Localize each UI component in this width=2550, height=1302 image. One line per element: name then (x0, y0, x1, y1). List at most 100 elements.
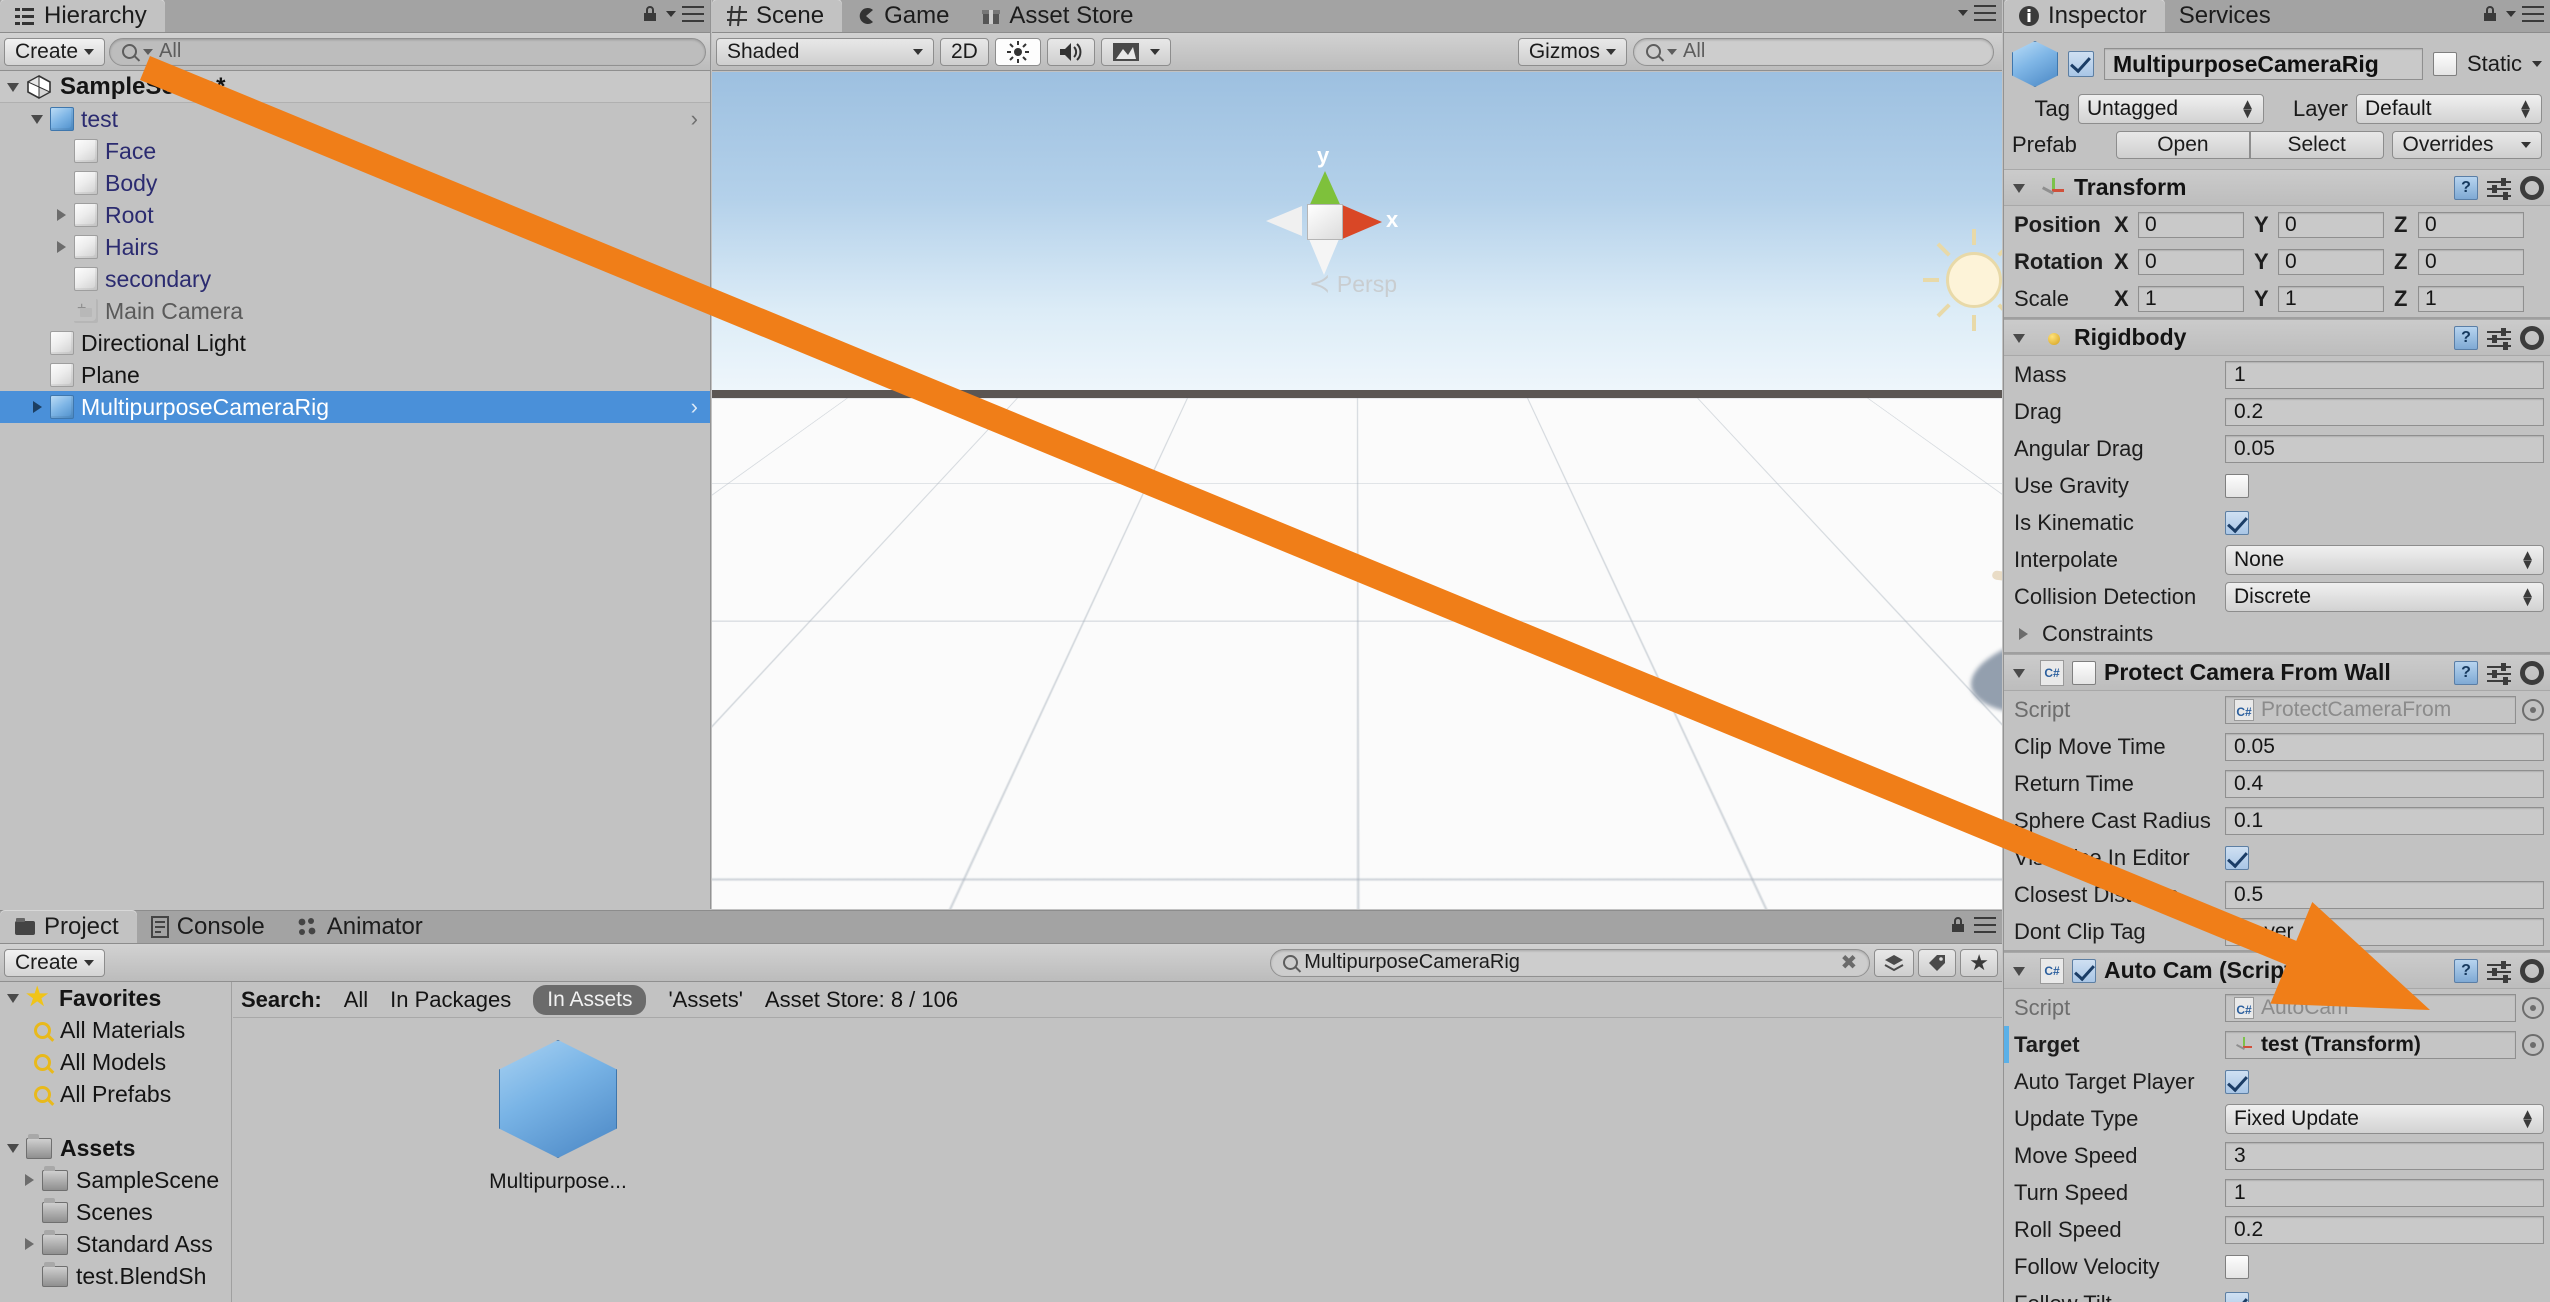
filter-label-button[interactable] (1918, 948, 1957, 977)
project-create-button[interactable]: Create (4, 948, 106, 977)
inspector-panel-menu[interactable] (2480, 5, 2544, 23)
scope-all-button[interactable]: All (344, 987, 368, 1013)
object-picker-icon[interactable] (2522, 996, 2544, 1019)
chevron-down-icon[interactable] (4, 987, 26, 1009)
lighting-toggle-button[interactable] (994, 37, 1041, 66)
field-objref-script[interactable]: AutoCam (2225, 993, 2516, 1022)
field-checkbox-follow-tilt[interactable] (2225, 1291, 2249, 1302)
project-panel-menu[interactable] (1948, 916, 1996, 934)
assets-item-standard-ass[interactable]: Standard Ass (0, 1228, 231, 1260)
tab-game[interactable]: Game (842, 0, 967, 32)
vector-z-input[interactable]: 0 (2418, 248, 2524, 275)
field-input-drag[interactable]: 0.2 (2225, 397, 2544, 426)
component-header-icons[interactable] (2454, 958, 2544, 983)
component-enabled-checkbox[interactable] (2072, 958, 2096, 983)
hierarchy-item-multipurposecamerarig[interactable]: MultipurposeCameraRig › (0, 391, 710, 423)
favorite-item-all-materials[interactable]: All Materials (0, 1014, 231, 1046)
field-input-angular-drag[interactable]: 0.05 (2225, 434, 2544, 463)
tab-inspector[interactable]: Inspector (2004, 0, 2165, 32)
tab-asset-store[interactable]: Asset Store (967, 0, 1151, 32)
field-input-dont-clip-tag[interactable]: Player (2225, 917, 2544, 946)
chevron-down-icon[interactable] (2010, 960, 2032, 982)
prefab-open-button[interactable]: Open (2116, 131, 2250, 159)
chevron-down-icon[interactable] (4, 1137, 26, 1159)
hierarchy-item-hairs[interactable]: Hairs (0, 231, 710, 263)
field-checkbox-auto-target-player[interactable] (2225, 1069, 2249, 1094)
perspective-label[interactable]: ≺ Persp (1309, 268, 1397, 299)
tab-services[interactable]: Services (2165, 0, 2289, 32)
field-input-mass[interactable]: 1 (2225, 360, 2544, 389)
lock-icon[interactable] (2480, 5, 2500, 23)
chevron-right-icon[interactable] (52, 204, 74, 226)
chevron-down-icon[interactable] (28, 108, 50, 130)
gear-icon[interactable] (2520, 325, 2544, 350)
vector-z-input[interactable]: 1 (2418, 285, 2524, 312)
component-header-icons[interactable] (2454, 325, 2544, 350)
component-header-auto-cam-script-[interactable]: Auto Cam (Script) (2004, 952, 2550, 989)
chevron-down-icon[interactable] (1958, 10, 1968, 16)
hierarchy-item-test[interactable]: test › (0, 103, 710, 135)
gear-icon[interactable] (2520, 175, 2544, 200)
vector-x-input[interactable]: 0 (2138, 211, 2244, 238)
object-picker-icon[interactable] (2522, 1033, 2544, 1056)
hierarchy-search-input[interactable]: All (109, 37, 706, 66)
chevron-right-icon[interactable] (20, 1233, 42, 1255)
preset-icon[interactable] (2487, 960, 2511, 983)
vector-y-input[interactable]: 0 (2278, 248, 2384, 275)
vector-x-input[interactable]: 1 (2138, 285, 2244, 312)
field-input-return-time[interactable]: 0.4 (2225, 769, 2544, 798)
field-objref-target[interactable]: test (Transform) (2225, 1030, 2516, 1059)
component-header-transform[interactable]: Transform (2004, 169, 2550, 206)
object-name-input[interactable]: MultipurposeCameraRig (2104, 48, 2423, 80)
field-input-sphere-cast-radius[interactable]: 0.1 (2225, 806, 2544, 835)
gear-icon[interactable] (2520, 660, 2544, 685)
tab-animator[interactable]: Animator (283, 910, 441, 943)
favorite-button[interactable]: ★ (1960, 948, 1998, 977)
component-enabled-checkbox[interactable] (2072, 660, 2096, 685)
clear-search-icon[interactable]: ✖ (1841, 950, 1858, 975)
help-icon[interactable] (2454, 325, 2478, 350)
chevron-right-icon[interactable] (20, 1169, 42, 1191)
chevron-down-icon[interactable] (2010, 662, 2032, 684)
object-enabled-checkbox[interactable] (2068, 51, 2094, 77)
scene-root-row[interactable]: SampleScene* (0, 71, 710, 103)
vector-y-input[interactable]: 1 (2278, 285, 2384, 312)
hierarchy-panel-menu[interactable] (640, 5, 704, 23)
lock-icon[interactable] (640, 5, 660, 23)
chevron-down-icon[interactable] (2506, 11, 2516, 17)
chevron-right-icon[interactable] (28, 396, 50, 418)
component-header-protect-camera-from-wall[interactable]: Protect Camera From Wall (2004, 654, 2550, 691)
help-icon[interactable] (2454, 660, 2478, 685)
help-icon[interactable] (2454, 958, 2478, 983)
asset-grid-item[interactable]: Multipurpose... (463, 1040, 653, 1194)
field-checkbox-visualise-in-editor[interactable] (2225, 845, 2249, 870)
chevron-right-icon[interactable] (2014, 623, 2036, 645)
field-dropdown-update-type[interactable]: Fixed Update ▲ ▼ (2225, 1103, 2544, 1134)
chevron-down-icon[interactable] (4, 76, 26, 98)
directional-light-gizmo[interactable] (1923, 229, 2002, 331)
tab-scene[interactable]: Scene (712, 0, 843, 32)
field-checkbox-follow-velocity[interactable] (2225, 1254, 2249, 1279)
field-input-clip-move-time[interactable]: 0.05 (2225, 732, 2544, 761)
tab-console[interactable]: Console (137, 910, 283, 943)
scene-search-input[interactable]: All (1633, 37, 1995, 66)
prefab-overrides-dropdown[interactable]: Overrides (2391, 131, 2543, 159)
gizmos-dropdown[interactable]: Gizmos (1517, 37, 1628, 66)
help-icon[interactable] (2454, 175, 2478, 200)
field-dropdown-interpolate[interactable]: None ▲ ▼ (2225, 544, 2544, 575)
favorite-item-all-models[interactable]: All Models (0, 1046, 231, 1078)
hierarchy-item-plane[interactable]: Plane (0, 359, 710, 391)
field-input-turn-speed[interactable]: 1 (2225, 1178, 2544, 1207)
scope-in-assets-button[interactable]: In Assets (533, 984, 647, 1015)
hierarchy-item-body[interactable]: Body (0, 167, 710, 199)
tag-dropdown[interactable]: Untagged ▲ ▼ (2078, 94, 2264, 124)
preset-icon[interactable] (2487, 327, 2511, 350)
preset-icon[interactable] (2487, 662, 2511, 685)
field-checkbox-is-kinematic[interactable] (2225, 510, 2249, 535)
audio-toggle-button[interactable] (1046, 37, 1095, 66)
field-objref-script[interactable]: ProtectCameraFrom (2225, 695, 2516, 724)
toggle-2d-button[interactable]: 2D (940, 37, 989, 66)
project-search-input[interactable]: MultipurposeCameraRig ✖ (1270, 948, 1871, 977)
chevron-down-icon[interactable] (2532, 61, 2542, 67)
prefab-select-button[interactable]: Select (2249, 131, 2384, 159)
